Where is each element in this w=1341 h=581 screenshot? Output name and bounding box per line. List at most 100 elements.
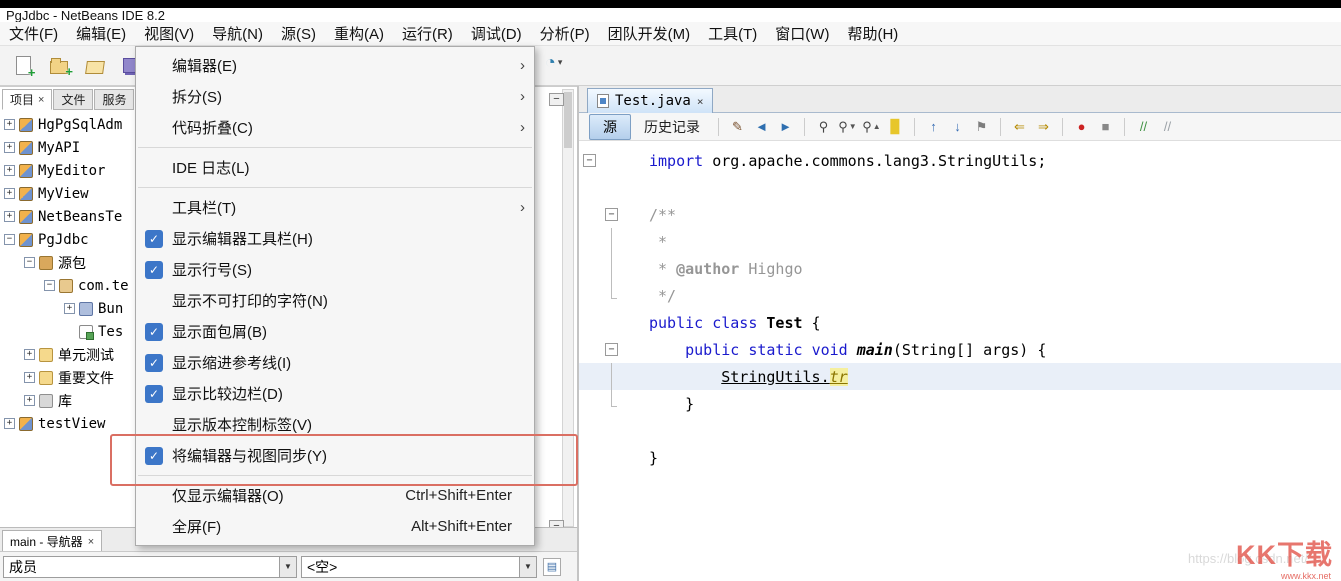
menubar-item[interactable]: 导航(N)	[203, 21, 272, 46]
code-fold-icon[interactable]: −	[605, 208, 618, 221]
navigator-tab[interactable]: main - 导航器 ×	[2, 530, 102, 553]
next-bookmark-icon[interactable]: ↓	[947, 116, 968, 137]
code-line[interactable]: */	[579, 282, 1341, 309]
expand-icon[interactable]: +	[4, 188, 15, 199]
view-menu-item[interactable]: 全屏(F)Alt+Shift+Enter	[136, 511, 534, 542]
expand-icon[interactable]: +	[4, 211, 15, 222]
source-view-button[interactable]: 源	[589, 114, 631, 140]
expand-icon[interactable]: +	[24, 349, 35, 360]
view-menu-item[interactable]: 显示不可打印的字符(N)	[136, 285, 534, 316]
code-line[interactable]	[579, 417, 1341, 444]
code-fold-icon[interactable]: −	[605, 343, 618, 356]
comment-icon[interactable]: //	[1133, 116, 1154, 137]
navigator-filter-combo[interactable]: <空> ▼	[301, 556, 537, 578]
view-menu-item[interactable]: ✓显示行号(S)	[136, 254, 534, 285]
view-menu-item[interactable]: ✓将编辑器与视图同步(Y)	[136, 440, 534, 471]
code-line[interactable]	[579, 174, 1341, 201]
shift-right-icon[interactable]: ⇒	[1033, 116, 1054, 137]
view-menu-item[interactable]: ✓显示缩进参考线(I)	[136, 347, 534, 378]
collapse-icon[interactable]: −	[4, 234, 15, 245]
code-line[interactable]: * @author Highgo	[579, 255, 1341, 282]
new-file-icon[interactable]: +	[10, 53, 36, 79]
expand-icon[interactable]: +	[4, 119, 15, 130]
code-fold-icon[interactable]: −	[583, 154, 596, 167]
collapse-icon[interactable]: −	[44, 280, 55, 291]
toggle-highlight-icon[interactable]: ▉	[885, 116, 906, 137]
back-icon[interactable]: ◄	[751, 116, 772, 137]
expand-icon[interactable]: +	[24, 372, 35, 383]
code-line[interactable]: −import org.apache.commons.lang3.StringU…	[579, 147, 1341, 174]
menubar-item[interactable]: 分析(P)	[531, 21, 599, 46]
view-menu-item[interactable]: 仅显示编辑器(O)Ctrl+Shift+Enter	[136, 480, 534, 511]
close-icon[interactable]: ×	[38, 94, 44, 106]
history-view-button[interactable]: 历史记录	[634, 115, 710, 139]
tree-scrollbar[interactable]	[562, 89, 574, 527]
view-menu-item[interactable]: IDE 日志(L)	[136, 152, 534, 183]
code-line[interactable]: StringUtils.tr	[579, 363, 1341, 390]
view-menu-item[interactable]: 编辑器(E)›	[136, 50, 534, 81]
find-previous-icon[interactable]: ⚲▲	[861, 116, 882, 137]
menubar-item[interactable]: 运行(R)	[393, 21, 462, 46]
expand-icon[interactable]: +	[4, 165, 15, 176]
menubar-item[interactable]: 重构(A)	[325, 21, 393, 46]
code-line[interactable]: *	[579, 228, 1341, 255]
code-line[interactable]: }	[579, 390, 1341, 417]
view-menu-item[interactable]: 显示版本控制标签(V)	[136, 409, 534, 440]
start-macro-icon[interactable]: ●	[1071, 116, 1092, 137]
view-menu-item[interactable]: ✓显示比较边栏(D)	[136, 378, 534, 409]
menubar-item[interactable]: 编辑(E)	[67, 21, 135, 46]
menubar-item[interactable]: 调试(D)	[462, 21, 531, 46]
close-icon[interactable]: ×	[88, 536, 94, 548]
menubar-item[interactable]: 文件(F)	[0, 21, 67, 46]
menubar-item[interactable]: 视图(V)	[135, 21, 203, 46]
expand-icon[interactable]: +	[24, 395, 35, 406]
code-line[interactable]: −/**	[579, 201, 1341, 228]
find-selection-icon[interactable]: ⚲	[813, 116, 834, 137]
navigator-settings-icon[interactable]: ▤	[543, 558, 561, 576]
menubar-item[interactable]: 工具(T)	[699, 21, 766, 46]
stop-macro-icon[interactable]: ■	[1095, 116, 1116, 137]
code-area[interactable]: −import org.apache.commons.lang3.StringU…	[579, 141, 1341, 581]
panel-tab[interactable]: 项目×	[2, 89, 52, 110]
gauge-icon[interactable]: ◔ ▾	[545, 52, 562, 73]
forward-icon[interactable]: ►	[775, 116, 796, 137]
menubar-item[interactable]: 窗口(W)	[766, 21, 838, 46]
view-menu-item[interactable]: ✓显示面包屑(B)	[136, 316, 534, 347]
new-project-icon[interactable]: +	[46, 53, 72, 79]
chevron-down-icon[interactable]: ▼	[519, 557, 536, 577]
menubar-item[interactable]: 源(S)	[272, 21, 325, 46]
shift-left-icon[interactable]: ⇐	[1009, 116, 1030, 137]
scrollbar-thumb[interactable]	[564, 92, 572, 148]
code-line[interactable]: }	[579, 444, 1341, 471]
expand-icon[interactable]: +	[4, 142, 15, 153]
view-menu-item[interactable]: ✓显示编辑器工具栏(H)	[136, 223, 534, 254]
close-icon[interactable]: ×	[697, 95, 704, 108]
fold-gutter[interactable]: −	[579, 147, 631, 174]
check-cell: ✓	[136, 354, 172, 372]
expand-icon[interactable]: +	[4, 418, 15, 429]
view-menu-item[interactable]: 代码折叠(C)›	[136, 112, 534, 143]
navigator-view-combo[interactable]: 成员 ▼	[3, 556, 297, 578]
last-edit-icon[interactable]: ✎	[727, 116, 748, 137]
panel-tab[interactable]: 服务	[94, 89, 134, 110]
checkmark-icon: ✓	[145, 230, 163, 248]
view-menu-item[interactable]: 工具栏(T)›	[136, 192, 534, 223]
uncomment-icon[interactable]: //	[1157, 116, 1178, 137]
editor-tab-test-java[interactable]: Test.java ×	[587, 88, 713, 113]
expand-icon[interactable]: +	[64, 303, 75, 314]
previous-bookmark-icon[interactable]: ↑	[923, 116, 944, 137]
fold-gutter[interactable]: −	[579, 201, 631, 228]
menubar-item[interactable]: 帮助(H)	[838, 21, 907, 46]
fold-gutter[interactable]: −	[579, 336, 631, 363]
collapse-icon[interactable]: −	[24, 257, 35, 268]
code-line[interactable]: public class Test {	[579, 309, 1341, 336]
panel-tab[interactable]: 文件	[53, 89, 93, 110]
chevron-down-icon[interactable]: ▼	[279, 557, 296, 577]
code-line[interactable]: − public static void main(String[] args)…	[579, 336, 1341, 363]
toggle-bookmark-icon[interactable]: ⚑	[971, 116, 992, 137]
minimize-panel-button[interactable]: −	[549, 93, 564, 106]
view-menu-item[interactable]: 拆分(S)›	[136, 81, 534, 112]
menubar-item[interactable]: 团队开发(M)	[599, 21, 700, 46]
open-project-icon[interactable]	[82, 53, 108, 79]
find-next-icon[interactable]: ⚲▼	[837, 116, 858, 137]
